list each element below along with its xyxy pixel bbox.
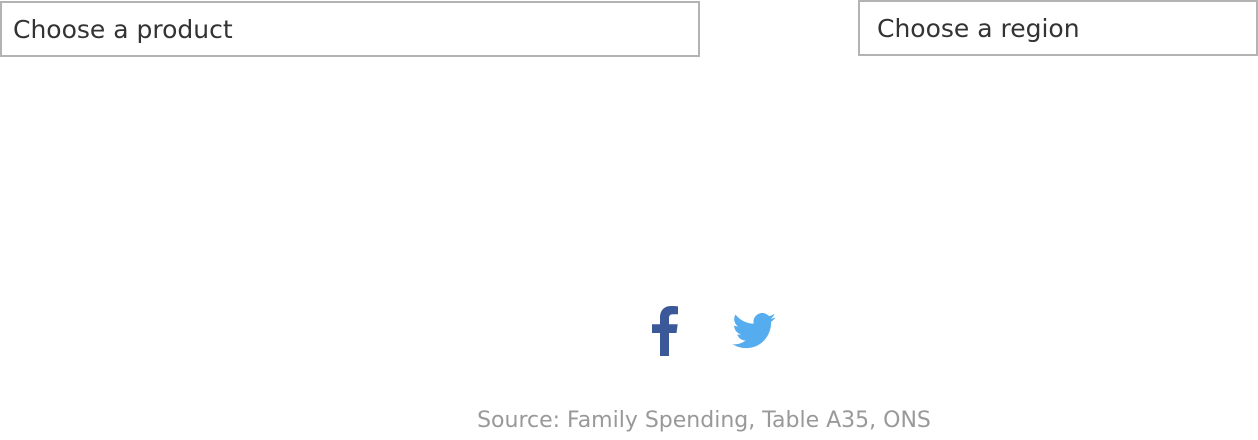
- twitter-share-button[interactable]: [732, 313, 776, 349]
- twitter-icon: [732, 313, 776, 349]
- facebook-icon: [652, 306, 678, 356]
- source-note: Source: Family Spending, Table A35, ONS: [477, 408, 931, 433]
- page: Choose a product Choose a region Source:…: [0, 0, 1258, 440]
- region-select[interactable]: Choose a region: [858, 0, 1258, 56]
- region-select-label: Choose a region: [877, 13, 1080, 43]
- product-select[interactable]: Choose a product: [0, 1, 700, 57]
- share-buttons: [652, 306, 776, 356]
- facebook-share-button[interactable]: [652, 306, 678, 356]
- product-select-label: Choose a product: [13, 14, 233, 44]
